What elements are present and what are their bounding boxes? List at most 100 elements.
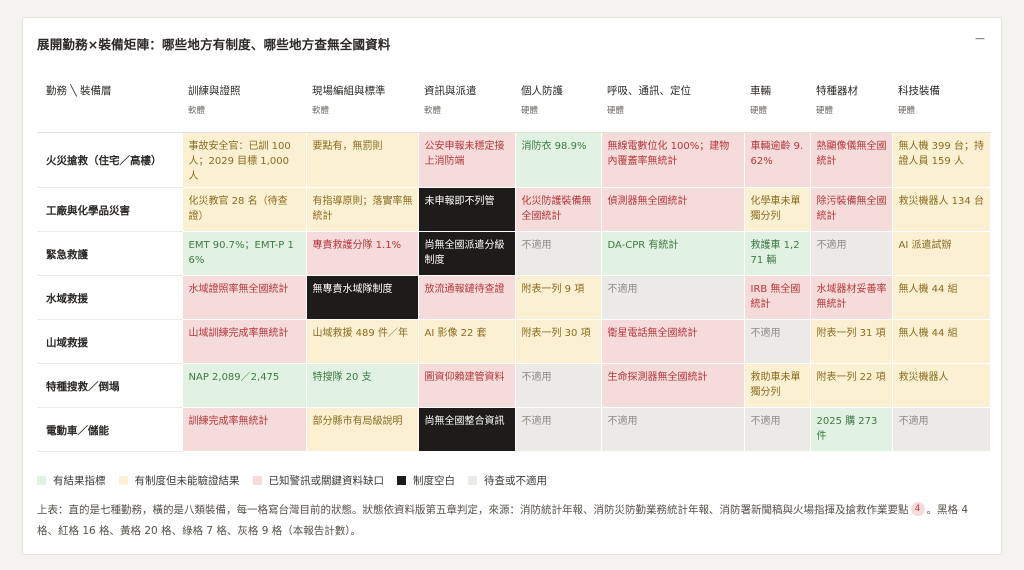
column-label: 特種器材: [816, 85, 858, 97]
matrix-cell: 不適用: [744, 319, 811, 364]
row-header: 特種搜救／倒塌: [37, 363, 183, 408]
matrix-cell: 公安申報未穩定接上消防端: [418, 132, 516, 188]
matrix-cell: 特搜隊 20 支: [306, 363, 419, 408]
column-label: 現場編組與標準: [312, 85, 386, 97]
legend-item: 待查或不適用: [468, 473, 547, 488]
matrix-cell: NAP 2,089／2,475: [182, 363, 307, 408]
matrix-cell: 救災機器人 134 台: [892, 187, 991, 232]
column-header: 個人防護 硬體: [515, 84, 601, 133]
column-sub: 硬體: [816, 106, 834, 116]
matrix-cell: 化學車未單獨分列: [744, 187, 811, 232]
column-header: 訓練與證照 軟體: [182, 84, 306, 133]
legend-item: 有制度但未能驗證結果: [118, 473, 240, 488]
column-label: 科技裝備: [898, 85, 940, 97]
column-header: 資訊與派遣 軟體: [418, 84, 515, 133]
collapse-button[interactable]: −: [971, 30, 989, 48]
column-label: 車輛: [750, 85, 771, 97]
matrix-cell: 2025 購 273 件: [810, 407, 893, 452]
column-header: 現場編組與標準 軟體: [306, 84, 418, 133]
legend-swatch: [397, 476, 406, 485]
matrix-cell: 附表一列 22 項: [810, 363, 893, 408]
table-row: 電動車／儲能 訓練完成率無統計 部分縣市有局級說明 尚無全國整合資訊 不適用 不適用 不適用…: [37, 407, 991, 452]
matrix-card: 展開勤務×裝備矩陣：哪些地方有制度、哪些地方查無全國資料 − 勤務 ╲ 裝備層 …: [22, 17, 1002, 555]
matrix-cell: 無專責水域隊制度: [306, 275, 419, 320]
table-row: 工廠與化學品災害 化災教官 28 名（待查證） 有指導原則；落實率無統計 未申報即不列…: [37, 187, 991, 232]
matrix-cell: 山域救援 489 件／年: [306, 319, 419, 364]
matrix-cell: 救助車未單獨分列: [744, 363, 811, 408]
column-sub: 硬體: [607, 106, 625, 116]
legend-label: 已知警訊或關鍵資料缺口: [268, 475, 385, 487]
legend-item: 有結果指標: [37, 473, 106, 488]
matrix-cell: 消防衣 98.9%: [515, 132, 602, 188]
column-header: 呼吸、通訊、定位 硬體: [601, 84, 744, 133]
legend-label: 有制度但未能驗證結果: [134, 475, 240, 487]
matrix-cell: 要點有，無罰則: [306, 132, 419, 188]
matrix-cell: 化災防護裝備無全國統計: [515, 187, 602, 232]
matrix-cell: AI 派遣試辦: [892, 231, 991, 276]
column-sub: 軟體: [312, 106, 330, 116]
matrix-cell: 附表一列 31 項: [810, 319, 893, 364]
matrix-cell: 偵測器無全國統計: [601, 187, 745, 232]
card-title: 展開勤務×裝備矩陣：哪些地方有制度、哪些地方查無全國資料: [37, 37, 391, 52]
corner-header: 勤務 ╲ 裝備層: [37, 84, 182, 133]
row-header: 工廠與化學品災害: [37, 187, 183, 232]
reference-badge[interactable]: 4: [910, 502, 925, 516]
column-sub: 軟體: [188, 106, 206, 116]
matrix-cell: 不適用: [892, 407, 991, 452]
footnote: 上表：直的是七種勤務，橫的是八類裝備，每一格寫台灣目前的狀態。狀態依資料版第五章…: [37, 500, 992, 542]
column-label: 個人防護: [521, 85, 563, 97]
row-header: 電動車／儲能: [37, 407, 183, 452]
matrix-cell: 不適用: [515, 407, 602, 452]
legend-item: 已知警訊或關鍵資料缺口: [252, 473, 385, 488]
column-label: 訓練與證照: [188, 85, 241, 97]
matrix-cell: DA-CPR 有統計: [601, 231, 745, 276]
matrix-cell: 水域證照率無全國統計: [182, 275, 307, 320]
matrix-cell: 無人機 399 台；持證人員 159 人: [892, 132, 991, 188]
column-header: 特種器材 硬體: [810, 84, 892, 133]
legend-label: 制度空白: [413, 475, 455, 487]
matrix-cell: 救災機器人: [892, 363, 991, 408]
row-header: 緊急救護: [37, 231, 183, 276]
legend-swatch: [118, 476, 128, 485]
matrix-cell: 放流通報鏈待查證: [418, 275, 516, 320]
matrix-cell: AI 影像 22 套: [418, 319, 516, 364]
matrix-cell: 無人機 44 組: [892, 275, 991, 320]
legend-swatch: [468, 476, 477, 485]
matrix-cell: 不適用: [515, 363, 602, 408]
matrix-cell: 附表一列 9 項: [515, 275, 602, 320]
duty-equipment-matrix: 勤務 ╲ 裝備層 訓練與證照 軟體 現場編組與標準 軟體 資訊與派遣 軟體 個人防護硬…: [37, 84, 991, 452]
column-sub: 硬體: [898, 106, 916, 116]
matrix-cell: 生命探測器無全國統計: [601, 363, 745, 408]
table-row: 山域救援 山域訓練完成率無統計 山域救援 489 件／年 AI 影像 22 套附表一列…: [37, 319, 991, 364]
legend: 有結果指標 有制度但未能驗證結果 已知警訊或關鍵資料缺口 制度空白 待查或不適用: [37, 473, 560, 488]
legend-item: 制度空白: [397, 473, 455, 488]
header-row: 勤務 ╲ 裝備層 訓練與證照 軟體 現場編組與標準 軟體 資訊與派遣 軟體 個人防護硬…: [37, 84, 990, 133]
matrix-cell: 訓練完成率無統計: [182, 407, 307, 452]
footnote-text: 上表：直的是七種勤務，橫的是八類裝備，每一格寫台灣目前的狀態。狀態依資料版第五章…: [37, 504, 909, 516]
matrix-cell: 化災教官 28 名（待查證）: [182, 187, 307, 232]
column-sub: 硬體: [521, 106, 539, 116]
matrix-cell: 事故安全官：已訓 100 人；2029 目標 1,000 人: [182, 132, 307, 188]
matrix-cell: 圖資仰賴建管資料: [418, 363, 516, 408]
table-row: 緊急救護 EMT 90.7%；EMT-P 16% 專責救護分隊 1.1% 尚無全國派遣…: [37, 231, 991, 276]
matrix-cell: 尚無全國整合資訊: [418, 407, 516, 452]
matrix-cell: IRB 無全國統計: [744, 275, 811, 320]
matrix-cell: 除污裝備無全國統計: [810, 187, 893, 232]
column-sub: 軟體: [424, 106, 442, 116]
matrix-cell: 專責救護分隊 1.1%: [306, 231, 419, 276]
matrix-body: 火災搶救（住宅／高樓） 事故安全官：已訓 100 人；2029 目標 1,000 …: [37, 132, 991, 452]
matrix-cell: 未申報即不列管: [418, 187, 516, 232]
row-header: 火災搶救（住宅／高樓）: [37, 132, 183, 188]
matrix-cell: 救護車 1,271 輛: [744, 231, 811, 276]
matrix-cell: 不適用: [601, 407, 745, 452]
matrix-cell: 不適用: [601, 275, 745, 320]
column-header: 科技裝備 硬體: [892, 84, 990, 133]
column-header: 車輛 硬體: [744, 84, 810, 133]
matrix-cell: 車輛逾齡 9.62%: [744, 132, 811, 188]
matrix-cell: 附表一列 30 項: [515, 319, 602, 364]
table-row: 火災搶救（住宅／高樓） 事故安全官：已訓 100 人；2029 目標 1,000 …: [37, 132, 991, 188]
matrix-cell: EMT 90.7%；EMT-P 16%: [182, 231, 307, 276]
matrix-cell: 部分縣市有局級說明: [306, 407, 419, 452]
column-label: 資訊與派遣: [424, 85, 477, 97]
legend-swatch: [37, 476, 46, 485]
